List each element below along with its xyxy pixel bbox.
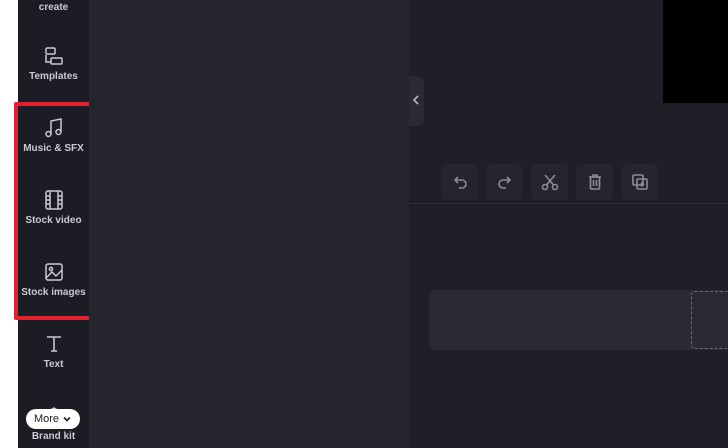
side-panel xyxy=(89,0,409,448)
music-icon xyxy=(43,117,65,139)
sidebar-item-label: Stock images xyxy=(21,287,86,298)
trash-icon xyxy=(585,172,605,192)
toolbar-divider xyxy=(409,203,728,204)
delete-button[interactable] xyxy=(576,164,613,200)
video-preview xyxy=(663,0,728,103)
text-icon xyxy=(43,333,65,355)
more-button[interactable]: More xyxy=(26,409,80,429)
sidebar-item-stock-video[interactable]: Stock video xyxy=(18,189,89,227)
film-icon xyxy=(43,189,65,211)
undo-icon xyxy=(450,172,470,192)
sidebar-item-record-create[interactable]: Record & create xyxy=(18,0,89,14)
sidebar-item-stock-images[interactable]: Stock images xyxy=(18,261,89,299)
sidebar-item-label: Templates xyxy=(29,71,78,82)
timeline-drop-zone[interactable] xyxy=(691,291,728,349)
image-icon xyxy=(43,261,65,283)
redo-icon xyxy=(495,172,515,192)
sidebar-item-music-sfx[interactable]: Music & SFX xyxy=(18,117,89,155)
sidebar-item-label: Music & SFX xyxy=(23,143,84,154)
timeline-toolbar xyxy=(441,164,658,200)
templates-icon xyxy=(43,45,65,67)
redo-button[interactable] xyxy=(486,164,523,200)
left-margin xyxy=(0,0,18,448)
collapse-panel-button[interactable] xyxy=(409,76,424,126)
undo-button[interactable] xyxy=(441,164,478,200)
sidebar-item-label: Text xyxy=(43,359,64,370)
editor-main xyxy=(409,0,728,448)
sidebar-item-text[interactable]: Text xyxy=(18,333,89,371)
scissors-icon xyxy=(540,172,560,192)
more-label: More xyxy=(33,413,60,425)
duplicate-button[interactable] xyxy=(621,164,658,200)
sidebar-item-label: Record & create xyxy=(31,0,75,13)
timeline-track[interactable] xyxy=(429,290,728,350)
sidebar: Record & create Templates Music & SFX xyxy=(18,0,89,448)
split-button[interactable] xyxy=(531,164,568,200)
sidebar-item-templates[interactable]: Templates xyxy=(18,45,89,83)
duplicate-icon xyxy=(630,172,650,192)
chevron-down-icon xyxy=(62,414,72,424)
sidebar-item-label: Brand kit xyxy=(31,431,76,442)
sidebar-item-label: Stock video xyxy=(25,215,82,226)
